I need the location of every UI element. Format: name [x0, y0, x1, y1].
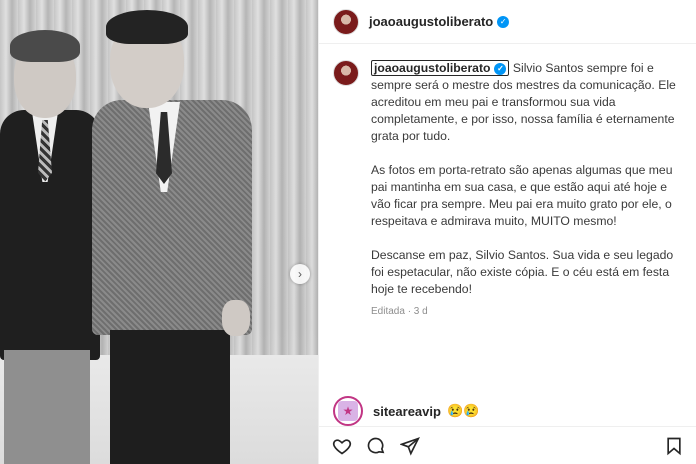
- author-username[interactable]: joaoaugustoliberato: [369, 14, 493, 29]
- photo-person-right-legs: [110, 330, 230, 464]
- share-button[interactable]: [399, 435, 421, 457]
- comment-icon: [367, 437, 385, 453]
- commenter-logo-icon: ★: [338, 401, 358, 421]
- post-panel: joaoaugustoliberato ✓ joaoaugustoliberat…: [318, 0, 696, 464]
- like-button[interactable]: [331, 435, 353, 457]
- verified-badge-icon: ✓: [494, 62, 507, 75]
- caption-author-name: joaoaugustoliberato: [374, 61, 491, 75]
- photo-person-right-hair: [106, 10, 188, 44]
- caption-body: joaoaugustoliberato ✓ Silvio Santos sempr…: [371, 60, 689, 320]
- verified-badge-icon: ✓: [497, 15, 510, 28]
- post-actions-bar: [319, 426, 696, 464]
- commenter-avatar[interactable]: ★: [333, 396, 363, 426]
- comment-button[interactable]: [365, 435, 387, 457]
- commenter-username[interactable]: siteareavip: [373, 404, 441, 419]
- post-photo[interactable]: ›: [0, 0, 318, 464]
- heart-icon: [332, 438, 352, 454]
- caption-paragraph: joaoaugustoliberato ✓ Silvio Santos sempr…: [371, 60, 689, 145]
- post-caption: joaoaugustoliberato ✓ Silvio Santos sempr…: [333, 60, 689, 320]
- author-avatar[interactable]: [333, 8, 359, 35]
- caption-text-3: Descanse em paz, Silvio Santos. Sua vida…: [371, 248, 674, 296]
- save-button[interactable]: [663, 435, 685, 457]
- post-meta-edited: Editada · 3 d: [371, 306, 428, 317]
- caption-text-2: As fotos em porta-retrato são apenas alg…: [371, 163, 673, 228]
- chevron-right-icon: ›: [298, 267, 302, 281]
- post-header: joaoaugustoliberato ✓: [319, 0, 696, 44]
- share-icon: [400, 436, 420, 456]
- bookmark-icon: [667, 437, 681, 456]
- comment-text: 😢😢: [446, 403, 480, 418]
- carousel-next-button[interactable]: ›: [290, 264, 310, 284]
- photo-person-left-hair: [10, 30, 80, 62]
- comment-item: ★ siteareavip 😢😢: [333, 396, 479, 426]
- photo-person-right-hand: [222, 300, 250, 336]
- photo-person-left-legs: [4, 350, 90, 464]
- caption-author-avatar[interactable]: [333, 60, 359, 86]
- caption-author-username[interactable]: joaoaugustoliberato ✓: [371, 60, 510, 76]
